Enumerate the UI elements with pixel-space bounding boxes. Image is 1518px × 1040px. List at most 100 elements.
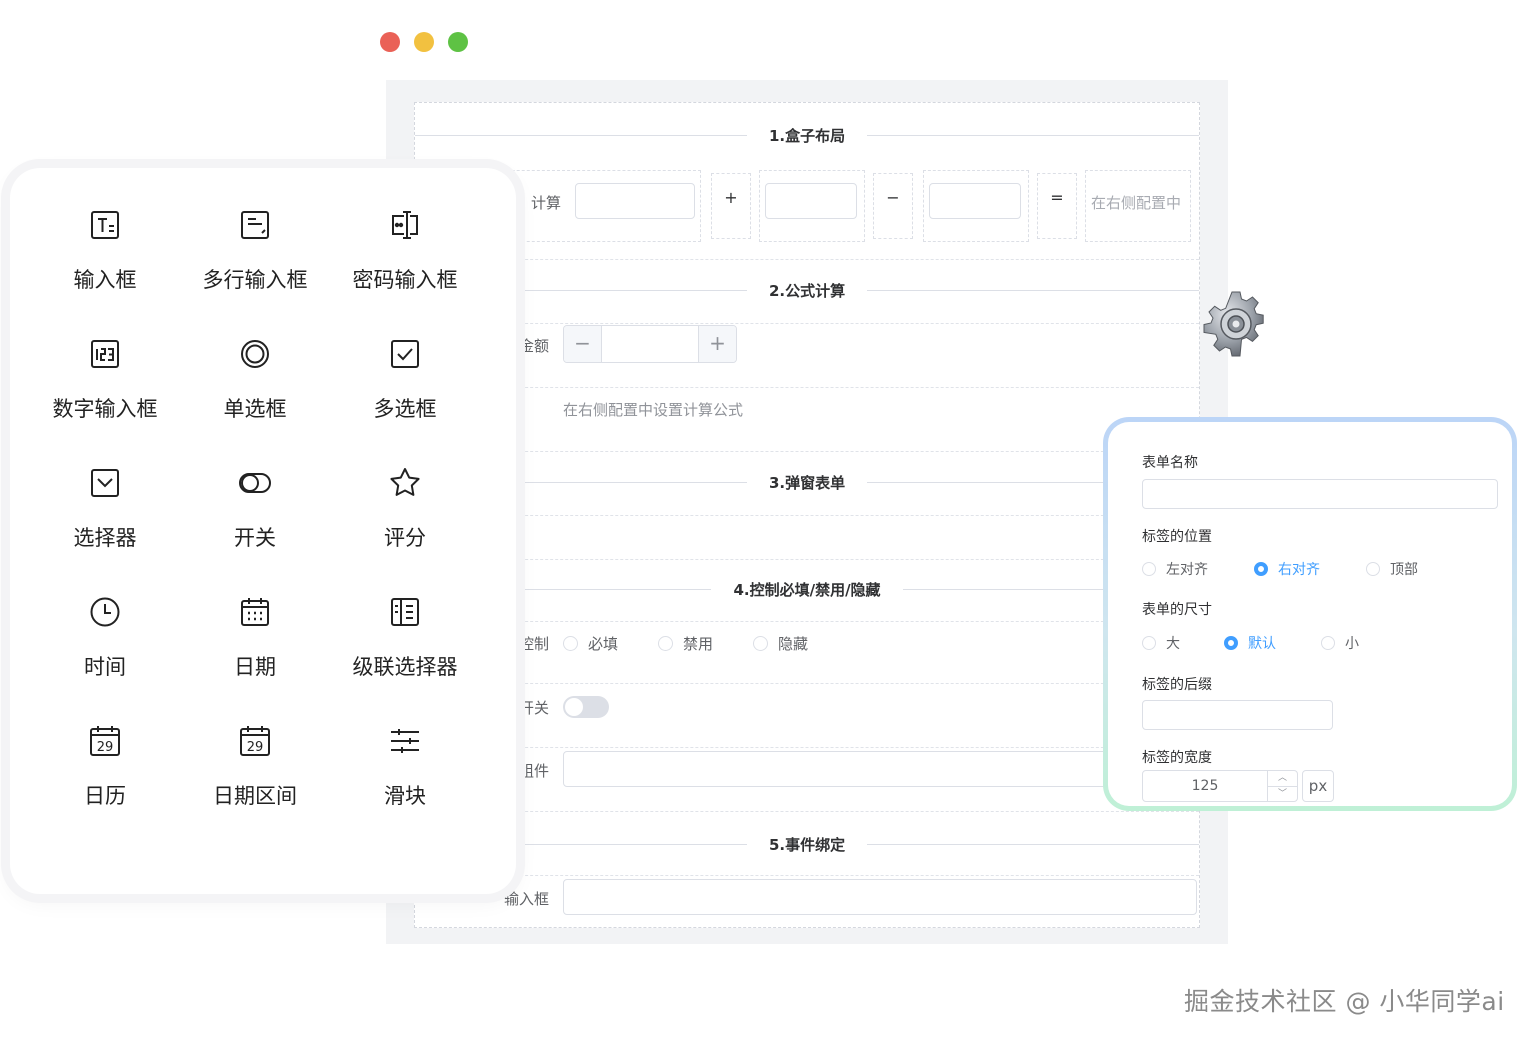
row-separator — [415, 621, 1199, 622]
radio-circle-icon — [1142, 636, 1156, 650]
label-position-top[interactable]: 顶部 — [1366, 559, 1418, 579]
svg-text:29: 29 — [97, 740, 114, 755]
form-size-large[interactable]: 大 — [1142, 633, 1180, 653]
calc-label: 计算 — [530, 194, 561, 212]
label-position-label: 标签的位置 — [1142, 529, 1212, 545]
section-title-events: 5.事件绑定 — [415, 832, 1199, 856]
form-name-input[interactable] — [1142, 479, 1498, 509]
form-size-small[interactable]: 小 — [1321, 633, 1359, 653]
row-separator — [415, 559, 1199, 560]
row-separator — [415, 875, 1199, 876]
section-title-control: 4.控制必填/禁用/隐藏 — [415, 577, 1199, 601]
component-text-input[interactable]: 输入框 — [30, 208, 180, 337]
calendar-icon: 29 — [90, 726, 120, 756]
equals-operator: = — [1050, 188, 1064, 207]
component-number-input[interactable]: 数字输入框 — [30, 337, 180, 466]
form-size-default[interactable]: 默认 — [1224, 633, 1276, 653]
window-controls — [380, 32, 468, 52]
label-suffix-input[interactable] — [1142, 700, 1333, 730]
calc-operand-1-input[interactable] — [575, 183, 695, 219]
form-size-label: 表单的尺寸 — [1142, 602, 1212, 618]
amount-number-input[interactable]: − + — [563, 325, 737, 363]
component-radio[interactable]: 单选框 — [180, 337, 330, 466]
component-rate[interactable]: 评分 — [330, 466, 480, 595]
label-position-left[interactable]: 左对齐 — [1142, 559, 1208, 579]
section-title-formula: 2.公式计算 — [415, 278, 1199, 302]
gear-icon — [1203, 291, 1264, 357]
radio-circle-icon — [1142, 562, 1156, 576]
text-input-icon — [91, 211, 119, 239]
radio-circle-icon — [658, 636, 673, 651]
component-time[interactable]: 时间 — [30, 595, 180, 724]
section-title-dialog-form: 3.弹窗表单 — [415, 470, 1199, 494]
component-cascader[interactable]: 级联选择器 — [330, 595, 480, 724]
component-date-range[interactable]: 29 日期区间 — [180, 724, 330, 853]
component-textarea[interactable]: 多行输入框 — [180, 208, 330, 337]
plus-operator: + — [724, 188, 738, 207]
component-calendar[interactable]: 29 日历 — [30, 724, 180, 853]
cascader-icon — [391, 598, 419, 626]
radio-circle-icon — [563, 636, 578, 651]
label-width-value[interactable]: 125 — [1143, 771, 1267, 801]
row-separator — [415, 683, 1199, 684]
row-separator — [415, 259, 1199, 260]
minus-operator: − — [886, 188, 900, 207]
amount-increase-button[interactable]: + — [698, 326, 736, 362]
date-icon — [241, 598, 269, 626]
component-switch[interactable]: 开关 — [180, 466, 330, 595]
label-width-unit: px — [1302, 770, 1334, 802]
component-select[interactable]: 选择器 — [30, 466, 180, 595]
maximize-window-button[interactable] — [448, 32, 468, 52]
row-separator — [415, 387, 1199, 388]
form-config-panel-body: 表单名称 标签的位置 左对齐 右对齐 顶部 表单的尺寸 大 默认 小 标签的后缀… — [1108, 422, 1512, 806]
control-option-required[interactable]: 必填 — [563, 633, 618, 654]
radio-checked-icon — [1254, 562, 1268, 576]
section-title-box-layout: 1.盒子布局 — [415, 123, 1199, 147]
clock-icon — [90, 597, 120, 627]
form-name-label: 表单名称 — [1142, 455, 1198, 471]
component-password-input[interactable]: 密码输入框 — [330, 208, 480, 337]
minimize-window-button[interactable] — [414, 32, 434, 52]
radio-circle-icon — [1366, 562, 1380, 576]
checkbox-icon — [391, 340, 419, 368]
label-width-stepper[interactable]: 125 ︿ ﹀ — [1142, 770, 1298, 802]
control-option-hidden[interactable]: 隐藏 — [753, 633, 808, 654]
component-date[interactable]: 日期 — [180, 595, 330, 724]
radio-circle-icon — [1321, 636, 1335, 650]
calc-operand-2-input[interactable] — [765, 183, 857, 219]
row-separator — [415, 451, 1199, 452]
number-input-icon — [91, 340, 119, 368]
close-window-button[interactable] — [380, 32, 400, 52]
textarea-icon — [241, 211, 269, 239]
star-icon — [390, 468, 420, 496]
control-option-disabled[interactable]: 禁用 — [658, 633, 713, 654]
label-suffix-label: 标签的后缀 — [1142, 677, 1212, 693]
chevron-up-icon[interactable]: ︿ — [1268, 771, 1297, 786]
radio-circle-icon — [753, 636, 768, 651]
select-icon — [91, 469, 119, 497]
stepper-arrows: ︿ ﹀ — [1267, 771, 1297, 801]
amount-decrease-button[interactable]: − — [564, 326, 602, 362]
slider-icon — [391, 729, 419, 753]
radio-checked-icon — [1224, 636, 1238, 650]
row-separator — [415, 515, 1199, 516]
row-separator — [415, 811, 1199, 812]
component-palette: 输入框 多行输入框 密码输入框 数字输入框 单选框 多选框 选择器 开关 评分 … — [10, 168, 516, 894]
calc-result-placeholder: 在右侧配置中 — [1091, 194, 1182, 212]
component-grid: 输入框 多行输入框 密码输入框 数字输入框 单选框 多选框 选择器 开关 评分 … — [30, 208, 480, 853]
formula-hint: 在右侧配置中设置计算公式 — [563, 401, 744, 419]
calc-operand-3-input[interactable] — [929, 183, 1021, 219]
component-input[interactable] — [563, 751, 1195, 787]
toggle-switch[interactable] — [563, 696, 609, 718]
label-position-right[interactable]: 右对齐 — [1254, 559, 1320, 579]
component-checkbox[interactable]: 多选框 — [330, 337, 480, 466]
event-input[interactable] — [563, 879, 1197, 915]
chevron-down-icon[interactable]: ﹀ — [1268, 786, 1297, 802]
component-slider[interactable]: 滑块 — [330, 724, 480, 853]
watermark: 掘金技术社区 @ 小华同学ai — [1184, 987, 1505, 1016]
label-width-label: 标签的宽度 — [1142, 750, 1212, 766]
switch-icon — [239, 473, 271, 493]
date-range-icon: 29 — [240, 726, 270, 756]
form-designer-area: 1.盒子布局 计算 + − = 在右侧配置中 2.公式计算 金额 − + 在右侧… — [414, 102, 1200, 928]
row-separator — [415, 323, 1199, 324]
